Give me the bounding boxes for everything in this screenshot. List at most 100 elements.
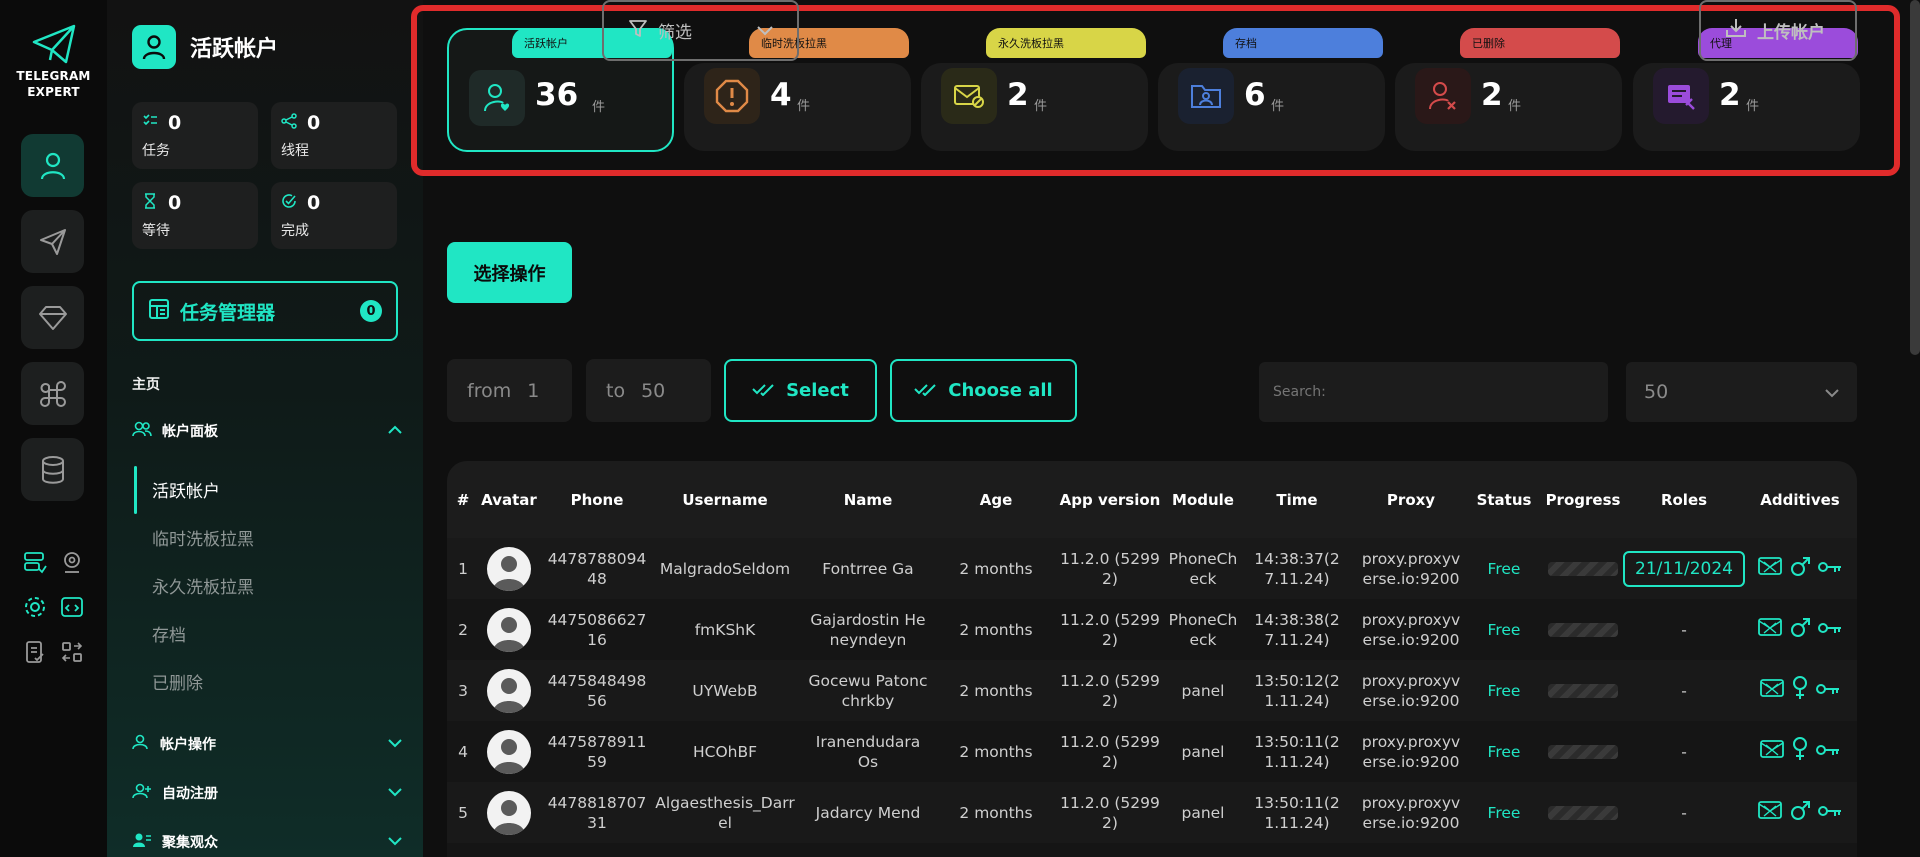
cell-roles: - bbox=[1681, 620, 1687, 639]
cell-app: 11.2.0 (52992) bbox=[1060, 671, 1160, 710]
send-icon bbox=[39, 228, 66, 255]
task-manager-button[interactable]: 任务管理器 0 bbox=[132, 281, 398, 341]
progress-bar bbox=[1543, 721, 1623, 782]
nav-active-accounts[interactable]: 活跃帐户 bbox=[152, 469, 382, 509]
additives bbox=[1745, 660, 1855, 721]
key-icon[interactable] bbox=[1816, 681, 1840, 701]
settings-icon[interactable] bbox=[22, 594, 48, 620]
table-row[interactable]: 1 447878809448 MalgradoSeldom Fontrree Ga 2 … bbox=[447, 538, 1857, 599]
female-icon[interactable] bbox=[1792, 676, 1808, 705]
col-proxy[interactable]: Proxy bbox=[1387, 461, 1435, 538]
filter-label: 筛选 bbox=[658, 23, 692, 43]
key-icon[interactable] bbox=[1816, 742, 1840, 762]
account-logo-icon bbox=[132, 25, 176, 69]
choose-all-button[interactable]: Choose all bbox=[890, 359, 1077, 422]
download-icon bbox=[1725, 18, 1747, 43]
sidebar-header: 活跃帐户 bbox=[132, 25, 278, 69]
role-date-badge[interactable]: 21/11/2024 bbox=[1623, 538, 1745, 599]
brand-line1: TELEGRAM bbox=[16, 69, 91, 83]
male-icon[interactable] bbox=[1790, 555, 1810, 582]
cell-phone: 447584849856 bbox=[547, 671, 647, 710]
col-username[interactable]: Username bbox=[682, 461, 767, 538]
table-row[interactable]: 3 447584849856 UYWebB Gocewu Patoncchrkby 2 … bbox=[447, 660, 1857, 721]
col-age[interactable]: Age bbox=[980, 461, 1013, 538]
cell-phone: 447587891159 bbox=[547, 732, 647, 771]
per-page-select[interactable]: 50 bbox=[1626, 362, 1857, 422]
user-icon bbox=[40, 152, 65, 179]
range-to-input[interactable]: to 50 bbox=[586, 359, 711, 422]
mail-x-icon[interactable] bbox=[1760, 739, 1784, 764]
cell-status: Free bbox=[1487, 559, 1521, 578]
nav-temp-blocked[interactable]: 临时洗板拉黑 bbox=[152, 517, 382, 557]
mail-x-icon[interactable] bbox=[1758, 800, 1782, 825]
nav-gather-audience[interactable]: 聚集观众 bbox=[132, 829, 402, 855]
range-to-label: to bbox=[606, 379, 626, 402]
col-app-version[interactable]: App version bbox=[1060, 461, 1161, 538]
mail-x-icon[interactable] bbox=[1760, 678, 1784, 703]
select-button[interactable]: Select bbox=[724, 359, 877, 422]
stat-value: 0 bbox=[307, 112, 321, 134]
male-icon[interactable] bbox=[1790, 616, 1810, 643]
database-icon bbox=[41, 455, 64, 484]
row-index: 3 bbox=[458, 681, 468, 700]
filter-icon bbox=[628, 18, 648, 43]
range-from-input[interactable]: from 1 bbox=[447, 359, 572, 422]
filter-dropdown[interactable]: 筛选 bbox=[602, 0, 799, 61]
doc-check-icon[interactable] bbox=[22, 639, 48, 665]
search-input[interactable] bbox=[1259, 362, 1608, 422]
rail-diamond-button[interactable] bbox=[21, 286, 84, 349]
female-icon[interactable] bbox=[1792, 737, 1808, 766]
col-name[interactable]: Name bbox=[844, 461, 892, 538]
table-row[interactable]: 2 447508662716 fmKShK Gajardostin Heneyndey… bbox=[447, 599, 1857, 660]
nav-home[interactable]: 主页 bbox=[132, 374, 160, 394]
nav-auto-register[interactable]: 自动注册 bbox=[132, 780, 402, 806]
table-row[interactable]: 4 447587891159 HCOhBF Iranendudara Os 2 mont… bbox=[447, 721, 1857, 782]
telegram-logo-icon bbox=[32, 24, 75, 64]
chevron-down-icon bbox=[1825, 381, 1839, 403]
cell-status: Free bbox=[1487, 742, 1521, 761]
row-index: 2 bbox=[458, 620, 468, 639]
nav-auto-register-label: 自动注册 bbox=[162, 786, 218, 802]
nav-account-ops[interactable]: 帐户操作 bbox=[132, 731, 402, 757]
male-icon[interactable] bbox=[1790, 799, 1810, 826]
command-icon bbox=[39, 380, 66, 407]
avatar bbox=[484, 538, 534, 599]
nav-deleted[interactable]: 已删除 bbox=[152, 661, 382, 701]
rail-command-button[interactable] bbox=[21, 362, 84, 425]
user-gear-icon bbox=[132, 734, 150, 754]
code-window-icon[interactable] bbox=[59, 594, 85, 620]
table-row[interactable]: 5 447881870731 Algaesthesis_Darrel Jadarcy … bbox=[447, 782, 1857, 843]
key-icon[interactable] bbox=[1818, 620, 1842, 640]
stat-label: 完成 bbox=[281, 223, 309, 239]
cell-app: 11.2.0 (52992) bbox=[1060, 793, 1160, 832]
nav-perm-blocked[interactable]: 永久洗板拉黑 bbox=[152, 565, 382, 605]
key-icon[interactable] bbox=[1818, 803, 1842, 823]
select-action-button[interactable]: 选择操作 bbox=[447, 242, 572, 303]
col-module[interactable]: Module bbox=[1172, 461, 1234, 538]
col-phone[interactable]: Phone bbox=[571, 461, 624, 538]
rail-accounts-button[interactable] bbox=[21, 134, 84, 197]
upload-accounts-button[interactable]: 上传帐户 bbox=[1699, 0, 1857, 61]
rail-send-button[interactable] bbox=[21, 210, 84, 273]
check-circle-icon bbox=[281, 193, 297, 213]
nav-account-panel[interactable]: 帐户面板 bbox=[132, 418, 402, 444]
stat-label: 等待 bbox=[142, 223, 170, 239]
mail-x-icon[interactable] bbox=[1758, 556, 1782, 581]
server-check-icon[interactable] bbox=[22, 549, 48, 575]
key-icon[interactable] bbox=[1818, 559, 1842, 579]
rail-database-button[interactable] bbox=[21, 438, 84, 501]
stat-tasks: 0 任务 bbox=[132, 102, 258, 169]
col-status[interactable]: Status bbox=[1477, 461, 1532, 538]
sidebar: 活跃帐户 0 任务 0 线程 0 等待 0 完成 任务管理器 0 主页 帐户面板… bbox=[107, 0, 423, 857]
nav-archive[interactable]: 存档 bbox=[152, 613, 382, 653]
accounts-table: # Avatar Phone Username Name Age App ver… bbox=[447, 461, 1857, 857]
webcam-icon[interactable] bbox=[59, 549, 85, 575]
cell-name: Gocewu Patoncchrkby bbox=[808, 671, 928, 710]
transfer-icon[interactable] bbox=[59, 639, 85, 665]
stat-label: 线程 bbox=[281, 143, 309, 159]
mail-x-icon[interactable] bbox=[1758, 617, 1782, 642]
col-time[interactable]: Time bbox=[1276, 461, 1317, 538]
choose-all-label: Choose all bbox=[948, 380, 1053, 401]
scrollbar-thumb[interactable] bbox=[1910, 0, 1920, 355]
select-label: Select bbox=[786, 380, 849, 401]
